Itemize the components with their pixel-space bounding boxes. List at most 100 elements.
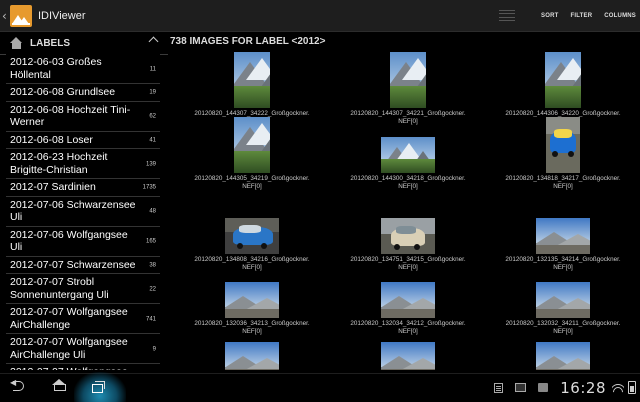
app-title: IDIViewer [38,9,86,22]
image-thumbnail[interactable] [536,282,590,318]
label-count: 139 [145,161,156,168]
image-thumbnail-cell[interactable] [488,342,634,370]
label-list-item[interactable]: 2012-07 Sardinien 1735 [6,179,160,197]
image-thumbnail-cell[interactable]: 20120820_134818_34217_Großgockner. NEF[0] [488,117,634,191]
image-grid[interactable]: 20120820_144307_34222_Großgockner.NEF[0]… [170,52,634,370]
label-count: 11 [149,66,156,73]
label-count: 19 [149,89,156,96]
image-caption-suffix: NEF[0] [242,183,262,190]
image-caption-suffix: NEF[0] [398,183,418,190]
back-icon[interactable]: ◀ [10,378,24,391]
sort-button[interactable]: SORT [541,13,558,19]
label-count: 741 [145,316,156,323]
image-thumbnail[interactable] [381,218,435,254]
image-caption: 20120820_134808_34216_Großgockner. NEF[0] [177,256,327,272]
image-caption-suffix: NEF[0] [553,183,573,190]
image-caption-suffix: NEF[0] [242,328,262,335]
recent-apps-icon[interactable] [92,381,105,393]
wifi-icon [612,382,624,393]
image-thumbnail[interactable] [234,52,270,108]
image-caption-suffix: NEF[0] [398,118,418,125]
collapse-chevron-icon[interactable] [148,36,159,47]
label-list-item[interactable]: 2012-06-08 Hochzeit Tini-Werner 62 [6,102,160,132]
image-caption: 20120820_132036_34213_Großgockner. NEF[0] [177,320,327,336]
system-bar: ◀ 16:28 [0,372,640,402]
image-thumbnail[interactable] [225,282,279,318]
label-count: 62 [149,113,156,120]
image-caption-filename: 20120820_134808_34216_Großgockner. [194,256,310,263]
label-list-item[interactable]: 2012-07-07 Wolfgangsee Uli639 [6,364,160,370]
label-name: 2012-06-23 Hochzeit Brigitte-Christian [10,151,108,176]
label-list-item[interactable]: 2012-07-06 Schwarzensee Uli 48 [6,197,160,227]
label-name: 2012-07-06 Schwarzensee Uli [10,198,136,224]
image-caption: 20120820_144305_34219_Großgockner. NEF[0] [177,175,327,191]
image-thumbnail[interactable] [234,117,270,173]
image-thumbnail-cell[interactable]: 20120820_144300_34218_Großgockner. NEF[0] [333,137,483,191]
image-caption-suffix: NEF[0] [242,264,262,271]
image-caption-filename: 20120820_132032_34211_Großgockner. [505,320,621,327]
image-caption: 20120820_134751_34215_Großgockner. NEF[0] [333,256,483,272]
home-icon[interactable] [10,37,23,49]
label-list-item[interactable]: 2012-06-08 Grundlsee 19 [6,84,160,102]
action-bar-actions: SORT FILTER COLUMNS [499,0,636,31]
app-logo-icon[interactable] [10,4,32,27]
image-thumbnail[interactable] [536,342,590,370]
clock: 16:28 [560,378,606,397]
label-list-item[interactable]: 2012-06-23 Hochzeit Brigitte-Christian 13… [6,149,160,179]
status-tray[interactable]: 16:28 [482,374,636,401]
image-thumbnail-cell[interactable]: 20120820_132032_34211_Großgockner. NEF[0] [488,282,634,336]
label-name: 2012-06-03 Großes Höllental [10,56,102,81]
image-caption-filename: 20120820_134751_34215_Großgockner. [350,256,466,263]
label-name: 2012-07-07 Wolfgangsee AirChallenge Uli [10,336,128,361]
image-thumbnail[interactable] [390,52,426,108]
up-caret-icon[interactable]: ‹ [2,9,8,23]
image-thumbnail-cell[interactable]: 20120820_132034_34212_Großgockner. NEF[0] [333,282,483,336]
document-icon [494,382,504,393]
battery-icon [628,381,636,394]
image-caption-filename: 20120820_144300_34218_Großgockner. [350,175,466,182]
image-thumbnail-cell[interactable]: 20120820_144307_34221_Großgockner. NEF[0] [333,52,483,126]
image-thumbnail-cell[interactable]: 20120820_134751_34215_Großgockner. NEF[0] [333,218,483,272]
image-thumbnail-cell[interactable]: 20120820_134808_34216_Großgockner. NEF[0] [177,218,327,272]
image-caption-filename: 20120820_132036_34213_Großgockner. [194,320,310,327]
image-thumbnail[interactable] [546,117,580,173]
labels-list[interactable]: 2012-06-03 Großes Höllental 11 2012-06-08 … [6,54,160,370]
image-thumbnail[interactable] [381,342,435,370]
image-thumbnail[interactable] [545,52,581,108]
list-view-icon[interactable] [499,9,516,22]
image-thumbnail-cell[interactable]: 20120820_132135_34214_Großgockner. NEF[0] [488,218,634,272]
image-caption-suffix: NEF[0] [398,328,418,335]
label-list-item[interactable]: 2012-07-07 Wolfgangsee AirChallenge 741 [6,304,160,334]
image-thumbnail[interactable] [225,218,279,254]
image-thumbnail[interactable] [225,342,279,370]
image-thumbnail[interactable] [381,282,435,318]
filter-button[interactable]: FILTER [571,13,593,19]
image-thumbnail-cell[interactable]: 20120820_144307_34222_Großgockner.NEF[0] [177,52,327,126]
image-thumbnail-cell[interactable] [333,342,483,370]
image-thumbnail-cell[interactable]: 20120820_144306_34220_Großgockner.NEF[0] [488,52,634,126]
image-caption-filename: 20120820_144305_34219_Großgockner. [194,175,310,182]
image-thumbnail-cell[interactable]: 20120820_132036_34213_Großgockner. NEF[0] [177,282,327,336]
shopping-bag-icon [538,383,549,392]
image-thumbnail[interactable] [536,218,590,254]
label-list-item[interactable]: 2012-07-07 Schwarzensee 38 [6,257,160,274]
image-thumbnail-cell[interactable]: 20120820_144305_34219_Großgockner. NEF[0] [177,117,327,191]
gallery-icon [515,383,527,392]
columns-button[interactable]: COLUMNS [604,13,636,19]
home-nav-icon[interactable] [52,379,66,392]
image-caption: 20120820_144307_34221_Großgockner. NEF[0] [333,110,483,126]
label-list-item[interactable]: 2012-07-06 Wolfgangsee Uli 165 [6,227,160,257]
image-caption: 20120820_132032_34211_Großgockner. NEF[0] [488,320,634,336]
image-thumbnail-cell[interactable] [177,342,327,370]
images-title: 738 IMAGES FOR LABEL <2012> [170,36,326,47]
image-caption-suffix: NEF[0] [398,264,418,271]
image-caption: 20120820_144300_34218_Großgockner. NEF[0] [333,175,483,191]
image-thumbnail[interactable] [381,137,435,173]
label-list-item[interactable]: 2012-06-03 Großes Höllental 11 [6,54,160,84]
label-list-item[interactable]: 2012-06-08 Loser 41 [6,132,160,149]
label-list-item[interactable]: 2012-07-07 Strobl Sonnenuntergang Uli 22 [6,274,160,304]
label-name: 2012-07 Sardinien [10,181,96,193]
label-list-item[interactable]: 2012-07-07 Wolfgangsee AirChallenge Uli 9 [6,334,160,364]
action-bar: ‹ IDIViewer SORT FILTER COLUMNS [0,0,640,32]
image-caption-filename: 20120820_132034_34212_Großgockner. [350,320,466,327]
